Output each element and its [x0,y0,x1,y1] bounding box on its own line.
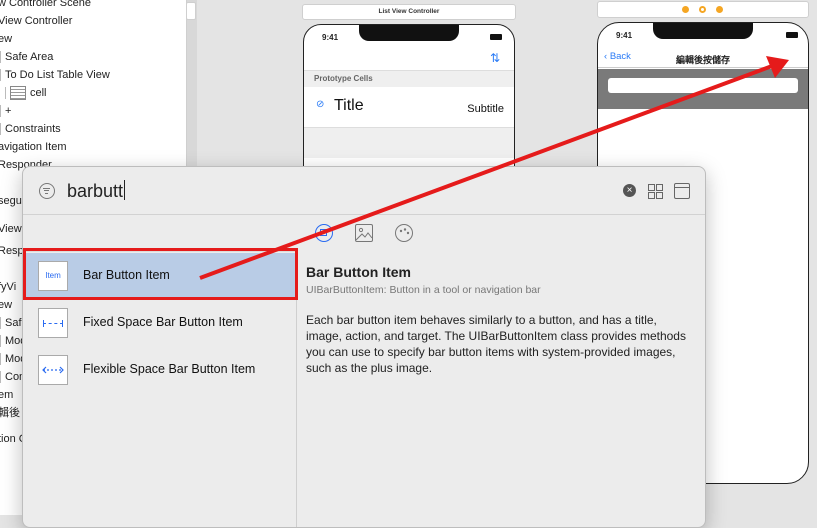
outline-item[interactable]: Safe Area [0,48,53,66]
outline-item-label: Resp [0,245,24,257]
list-item-label: Flexible Space Bar Button Item [83,362,256,376]
outline-item-label: w Controller Scene [0,0,91,9]
battery-icon [490,34,502,40]
outline-item[interactable]: cell [5,84,47,102]
disclosure-line [0,51,2,64]
outline-item-label: Safe Area [5,51,54,63]
cell-title: Title [334,97,364,114]
objects-tab-icon[interactable] [315,224,333,242]
outline-item-label: ew [0,299,13,311]
table-cell[interactable]: ⊘ Title Subtitle [304,87,514,128]
exit-icon[interactable] [716,6,723,13]
outline-item[interactable]: View Controller [0,12,72,30]
outline-item[interactable]: segu [0,192,22,210]
outline-item[interactable]: Resp [0,242,24,260]
detail-subtitle: UIBarButtonItem: Button in a tool or nav… [306,284,541,296]
list-item-fixed-space[interactable]: Fixed Space Bar Button Item [23,300,296,346]
disclosure-line [0,353,2,366]
outline-item[interactable]: + [0,102,11,120]
detail-description: Each bar button item behaves similarly t… [306,313,686,375]
outline-item[interactable]: View [0,220,22,238]
object-library-popover: barbutt × Item Bar Button Item Fixed Spa… [22,166,706,528]
outline-item-label: ew [0,33,13,45]
outline-item-label: To Do List Table View [5,69,110,81]
fixed-space-icon [38,308,68,338]
search-query: barbutt [67,181,124,201]
cell-image-icon: ⊘ [316,99,325,110]
outline-item[interactable]: em [0,386,13,404]
disclosure-line [0,371,2,384]
library-search-bar: barbutt × [23,167,705,215]
scene-dock[interactable] [597,1,809,18]
media-tab-icon[interactable] [355,224,373,242]
first-responder-icon[interactable] [682,6,689,13]
disclosure-line [5,87,7,100]
clear-search-icon[interactable]: × [623,184,636,197]
outline-item-label: em [0,389,14,401]
disclosure-line [0,69,2,82]
phone-notch [653,23,753,39]
edit-text-field[interactable] [608,78,798,93]
nav-divider [598,67,808,68]
library-detail-pane: Bar Button Item UIBarButtonItem: Button … [306,264,696,376]
outline-item-label: + [5,105,12,117]
disclosure-line [0,105,2,118]
detail-title: Bar Button Item [306,264,411,280]
outline-item-label: View [0,223,22,235]
annotation-highlight-box [23,248,298,300]
library-tabs [23,215,705,251]
outline-item-label: Constraints [5,123,61,135]
scene-title-list-view-controller[interactable]: List View Controller [302,4,516,20]
outline-item-label: View Controller [0,15,73,27]
outline-item[interactable]: To Do List Table View [0,66,110,84]
outline-divider [187,0,197,170]
scene-tab-stub [186,2,196,20]
outline-item-label: cell [30,87,47,99]
cell-subtitle: Subtitle [467,103,504,115]
outline-item[interactable]: ew [0,30,12,48]
prototype-cells-header: Prototype Cells [304,70,514,88]
outline-item[interactable]: 輯後 [0,404,20,422]
outline-item[interactable]: Constraints [0,120,61,138]
list-item-flexible-space[interactable]: Flexible Space Bar Button Item [23,347,296,393]
nav-title: 編輯後按儲存 [675,55,730,65]
outline-item[interactable]: fyVi [0,278,16,296]
detail-view-icon[interactable] [674,183,690,199]
table-footer [304,128,514,158]
status-time: 9:41 [322,33,339,42]
outline-item-label: fyVi [0,281,17,293]
disclosure-line [0,317,2,330]
outline-item[interactable]: w Controller Scene [0,0,91,12]
battery-icon [786,32,798,38]
disclosure-line [0,335,2,348]
text-caret [124,180,126,200]
outline-item-label: avigation Item [0,141,67,153]
flexible-space-icon [38,355,68,385]
status-time: 9:41 [616,31,633,40]
outline-item[interactable]: ew [0,296,12,314]
color-palette-tab-icon[interactable] [395,224,413,242]
grid-view-icon[interactable] [648,184,663,199]
disclosure-line [0,123,2,136]
text-field-container [598,69,808,109]
view-controller-icon[interactable] [699,6,706,13]
list-item-label: Fixed Space Bar Button Item [83,315,243,329]
library-search-input[interactable]: barbutt [67,180,126,202]
table-cell-icon [10,86,26,101]
filter-icon[interactable] [39,183,55,199]
outline-item-label: segu [0,195,22,207]
sort-icon[interactable]: ⇅ [490,51,500,65]
phone-notch [359,25,459,41]
outline-item[interactable]: avigation Item [0,138,66,156]
outline-item-label: 輯後 [0,407,20,419]
